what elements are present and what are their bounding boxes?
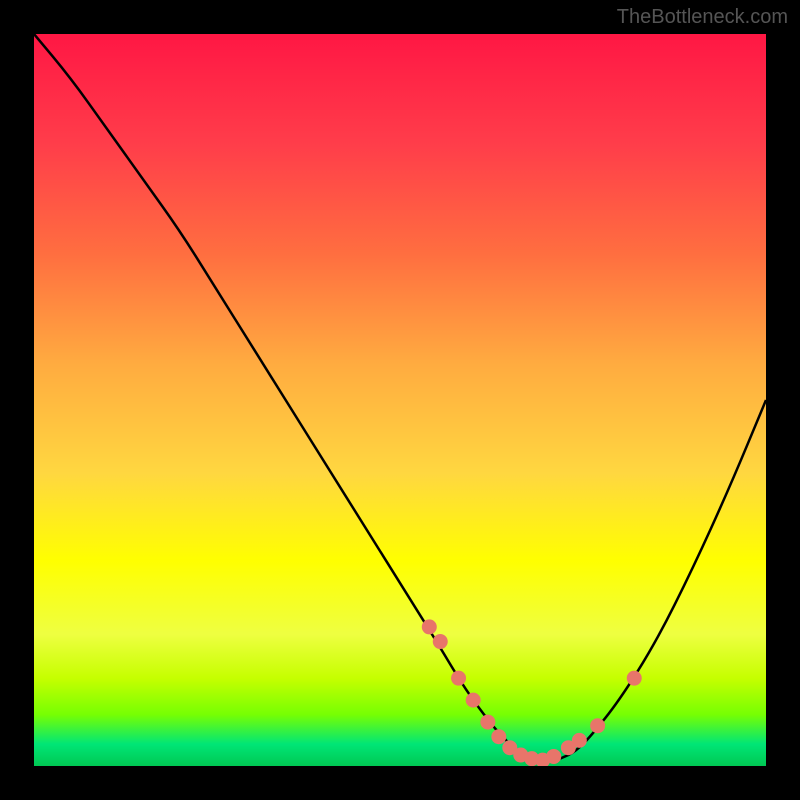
marker-dot xyxy=(466,693,481,708)
marker-dot xyxy=(546,749,561,764)
marker-dots-group xyxy=(422,619,642,766)
marker-dot xyxy=(451,671,466,686)
marker-dot xyxy=(422,619,437,634)
marker-dot xyxy=(491,729,506,744)
marker-dot xyxy=(480,715,495,730)
bottleneck-curve-line xyxy=(34,34,766,761)
marker-dot xyxy=(627,671,642,686)
curve-overlay xyxy=(34,34,766,766)
marker-dot xyxy=(572,733,587,748)
chart-area xyxy=(34,34,766,766)
marker-dot xyxy=(433,634,448,649)
watermark-text: TheBottleneck.com xyxy=(617,6,788,29)
marker-dot xyxy=(590,718,605,733)
